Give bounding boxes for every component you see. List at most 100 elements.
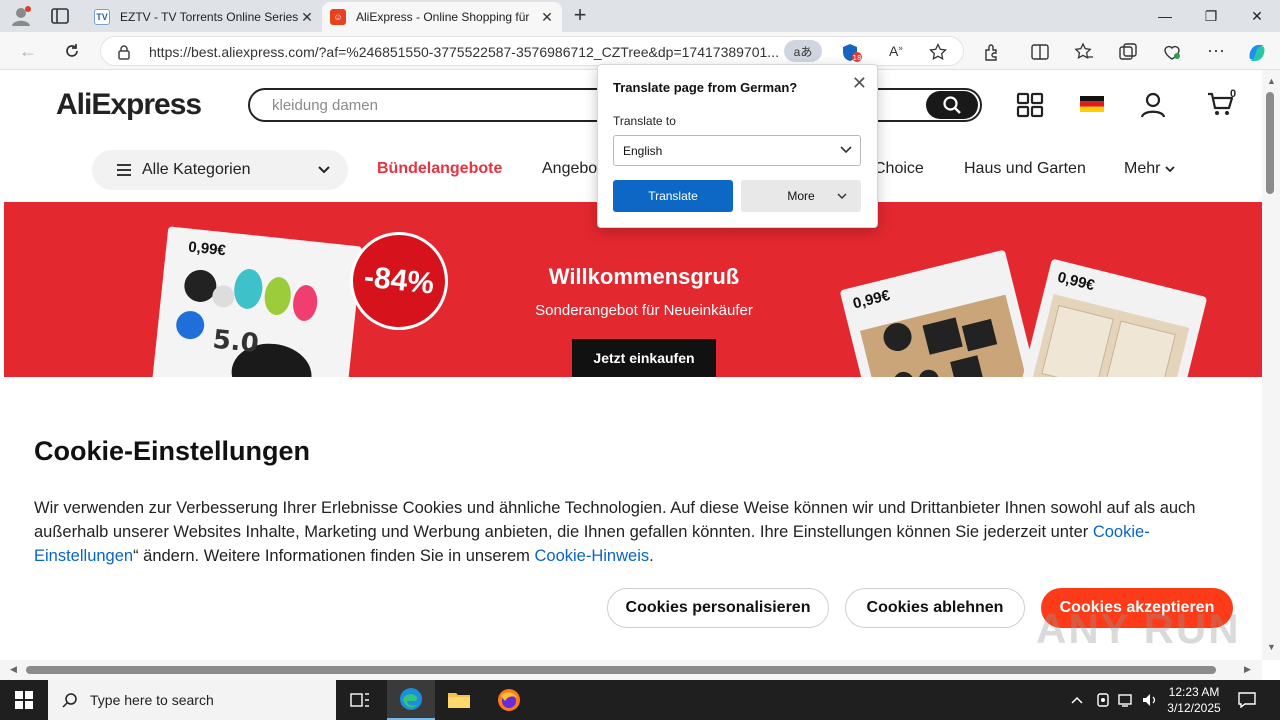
personalize-cookies-button[interactable]: Cookies personalisieren xyxy=(607,588,829,628)
favorites-icon[interactable] xyxy=(1074,42,1094,62)
vertical-scrollbar[interactable]: ▲ ▼ xyxy=(1262,70,1280,660)
lock-icon[interactable] xyxy=(117,44,131,60)
taskbar-file-explorer[interactable] xyxy=(435,680,483,720)
scroll-left-icon[interactable]: ◀ xyxy=(10,664,17,675)
germany-flag-icon[interactable] xyxy=(1080,96,1104,117)
welcome-banner[interactable]: 0,99€ 5.0 -84% Willkommensgruß Sonderang… xyxy=(4,202,1262,377)
search-button[interactable] xyxy=(926,91,978,119)
svg-text:18: 18 xyxy=(853,54,862,62)
chevron-down-icon xyxy=(1165,166,1175,173)
shop-now-button[interactable]: Jetzt einkaufen xyxy=(572,339,716,377)
translate-button[interactable]: Translate xyxy=(613,180,733,212)
url-text[interactable]: https://best.aliexpress.com/?af=%2468515… xyxy=(149,44,789,60)
browser-essentials-icon[interactable] xyxy=(1162,42,1182,62)
system-clock[interactable]: 12:23 AM 3/12/2025 xyxy=(1158,684,1230,716)
translate-title: Translate page from German? xyxy=(613,80,798,95)
language-select[interactable]: English xyxy=(613,135,861,166)
account-icon[interactable] xyxy=(1140,92,1166,123)
tab-eztv[interactable]: TV EZTV - TV Torrents Online Series D ✕ xyxy=(86,2,322,32)
favorite-star-icon[interactable] xyxy=(929,42,947,61)
extension-shield-icon[interactable]: 18 xyxy=(841,43,862,62)
search-icon xyxy=(943,96,961,114)
clock-date: 3/12/2025 xyxy=(1167,701,1221,715)
firefox-icon xyxy=(498,689,520,711)
chevron-down-icon xyxy=(840,143,852,157)
close-tab-icon[interactable]: ✕ xyxy=(300,9,314,26)
chevron-down-icon xyxy=(837,193,847,200)
tab-actions-icon[interactable] xyxy=(50,7,70,25)
horizontal-scrollbar[interactable]: ◀ ▶ xyxy=(0,660,1262,680)
banner-subtitle: Sonderangebot für Neueinkäufer xyxy=(535,302,753,319)
restore-button[interactable]: ❐ xyxy=(1188,0,1234,32)
cookie-notice-link[interactable]: Cookie-Hinweis xyxy=(535,547,650,565)
task-view-icon xyxy=(350,693,369,707)
nav-link-bundle-deals[interactable]: Bündelangebote xyxy=(377,160,502,178)
cart-icon[interactable]: 0 xyxy=(1206,88,1240,123)
minimize-button[interactable]: — xyxy=(1142,0,1188,32)
close-tab-icon[interactable]: ✕ xyxy=(540,9,554,26)
tray-chevron-icon[interactable] xyxy=(1070,680,1084,720)
aliexpress-logo[interactable]: AliExpress xyxy=(56,88,202,122)
menu-icon xyxy=(117,164,131,176)
discount-badge: -84% xyxy=(345,227,453,335)
extensions-icon[interactable] xyxy=(982,42,1002,62)
reject-cookies-button[interactable]: Cookies ablehnen xyxy=(845,588,1025,628)
close-window-button[interactable]: ✕ xyxy=(1234,0,1280,32)
translate-icon[interactable]: aあ xyxy=(784,40,822,62)
nav-link-home-garden[interactable]: Haus und Garten xyxy=(964,160,1086,178)
scroll-right-icon[interactable]: ▶ xyxy=(1244,664,1251,675)
translate-to-label: Translate to xyxy=(613,114,676,128)
svg-text:5.0: 5.0 xyxy=(211,325,260,360)
copilot-icon[interactable] xyxy=(1246,42,1266,62)
taskbar-edge[interactable] xyxy=(387,680,435,720)
refresh-button[interactable] xyxy=(60,39,84,63)
taskbar-search-placeholder: Type here to search xyxy=(90,692,214,708)
windows-icon xyxy=(15,691,33,709)
device-icon[interactable] xyxy=(1096,680,1110,720)
more-options-icon[interactable]: ··· xyxy=(1206,41,1226,62)
collections-icon[interactable] xyxy=(1118,42,1138,62)
cart-count: 0 xyxy=(1230,88,1237,100)
price-tag: 0,99€ xyxy=(851,286,892,313)
taskbar-search[interactable]: Type here to search xyxy=(48,680,336,720)
task-view-button[interactable] xyxy=(336,680,384,720)
edge-icon xyxy=(400,688,422,710)
taskbar-firefox[interactable] xyxy=(485,680,533,720)
notification-icon[interactable] xyxy=(1238,680,1256,720)
start-button[interactable] xyxy=(0,680,48,720)
tab-aliexpress[interactable]: ☺ AliExpress - Online Shopping für ✕ xyxy=(322,2,562,32)
scroll-up-icon[interactable]: ▲ xyxy=(1267,76,1276,86)
nav-link-more[interactable]: Mehr xyxy=(1124,160,1175,178)
categories-dropdown[interactable]: Alle Kategorien xyxy=(92,150,348,190)
search-input[interactable]: kleidung damen xyxy=(272,97,378,114)
read-aloud-icon[interactable]: A» xyxy=(889,43,907,61)
scrollbar-thumb[interactable] xyxy=(1266,92,1274,194)
profile-icon[interactable] xyxy=(10,5,32,27)
nav-link-deals[interactable]: Angebo xyxy=(542,160,597,178)
more-button[interactable]: More xyxy=(741,180,861,212)
qr-code-icon[interactable] xyxy=(1016,92,1044,123)
folder-icon xyxy=(448,693,470,708)
back-button[interactable]: ← xyxy=(16,39,40,63)
anyrun-watermark: ANY RUN xyxy=(1036,605,1241,652)
eztv-favicon-icon: TV xyxy=(94,9,110,25)
scroll-down-icon[interactable]: ▼ xyxy=(1267,642,1276,652)
tracker-tags-icon: 5.0 xyxy=(176,269,318,377)
cotton-swabs-icon xyxy=(1031,293,1190,377)
tab-strip: TV EZTV - TV Torrents Online Series D ✕ … xyxy=(0,0,1280,32)
cookie-text: Wir verwenden zur Verbesserung Ihrer Erl… xyxy=(34,496,1239,568)
chevron-down-icon xyxy=(318,163,330,177)
scrollbar-thumb[interactable] xyxy=(26,666,1216,674)
network-icon[interactable] xyxy=(1118,680,1136,720)
tab-title: EZTV - TV Torrents Online Series D xyxy=(120,10,300,24)
new-tab-button[interactable]: + xyxy=(570,4,590,26)
split-screen-icon[interactable] xyxy=(1030,42,1050,62)
address-bar[interactable]: https://best.aliexpress.com/?af=%2468515… xyxy=(100,36,964,66)
price-tag: 0,99€ xyxy=(1055,268,1097,295)
nav-link-choice[interactable]: Choice xyxy=(874,160,924,178)
clock-time: 12:23 AM xyxy=(1168,685,1220,699)
refresh-icon xyxy=(66,44,78,57)
banner-title: Willkommensgruß xyxy=(548,264,740,289)
close-icon[interactable]: ✕ xyxy=(852,73,867,94)
volume-icon[interactable] xyxy=(1142,680,1158,720)
